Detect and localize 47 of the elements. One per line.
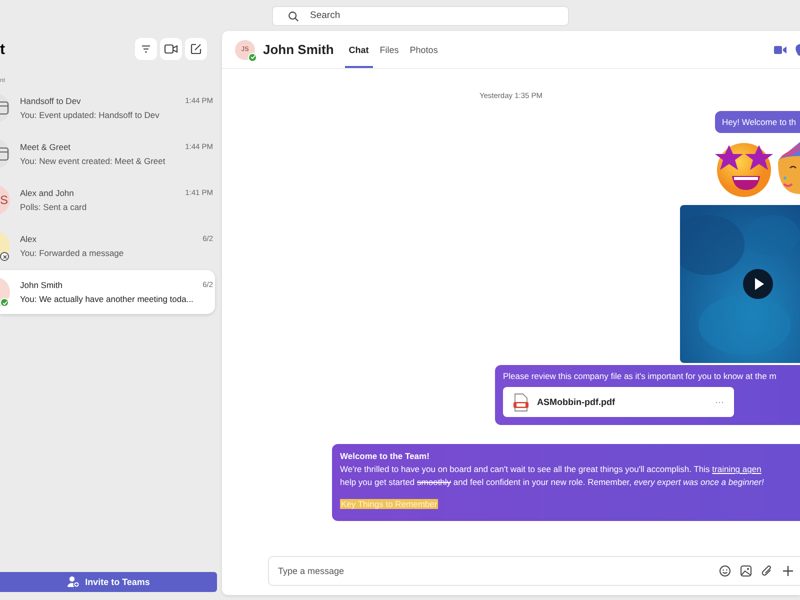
pdf-file-icon: [513, 392, 529, 412]
sidebar-title: t: [0, 40, 5, 58]
chat-preview: You: We actually have another meeting toda...: [20, 294, 194, 304]
offline-status-icon: [0, 252, 9, 261]
video-camera-icon: [164, 43, 178, 55]
avatar-initials: S: [0, 193, 9, 207]
new-chat-button[interactable]: [185, 38, 207, 60]
add-person-icon: [67, 576, 80, 588]
chat-name: Alex: [20, 234, 37, 244]
video-call-icon[interactable]: [774, 44, 787, 54]
filter-icon: [140, 43, 152, 55]
file-name: ASMobbin-pdf.pdf: [537, 397, 615, 407]
message-text: help you get started smoothly and feel confident in your new role. Remember, every expert was once a beginner!: [340, 477, 764, 487]
filter-button[interactable]: [135, 38, 157, 60]
message-input-field[interactable]: Type a message: [268, 556, 800, 586]
chat-name: Meet & Greet: [20, 142, 71, 152]
compose-icon: [190, 43, 202, 55]
available-status-icon: [248, 52, 257, 62]
highlighted-text: Key Things to Remember: [340, 499, 438, 509]
invite-button[interactable]: Invite to Teams: [0, 572, 217, 592]
message-text: Hey! Welcome to th: [722, 117, 796, 127]
contact-name: John Smith: [263, 42, 334, 57]
search-icon: [288, 10, 299, 22]
plus-icon[interactable]: [782, 565, 794, 577]
tab[interactable]: Files: [376, 31, 403, 68]
chat-name: Alex and John: [20, 188, 74, 198]
chat-name: John Smith: [20, 280, 63, 290]
tab[interactable]: Photos: [406, 31, 442, 68]
file-card[interactable]: ASMobbin-pdf.pdf ···: [503, 387, 734, 417]
search-field[interactable]: Search: [272, 6, 569, 26]
link[interactable]: training agen: [712, 464, 762, 474]
more-options-button[interactable]: ···: [715, 397, 724, 407]
attach-icon[interactable]: [761, 565, 773, 577]
message-title: Welcome to the Team!: [340, 451, 430, 461]
message-text: Please review this company file as it's important for you to know at the m: [503, 371, 778, 381]
chat-name: Handsoff to Dev: [20, 96, 81, 106]
available-status-icon: [0, 298, 9, 307]
chat-preview: You: Event updated: Handsoff to Dev: [20, 110, 160, 120]
play-icon[interactable]: [743, 269, 773, 299]
image-icon[interactable]: [740, 565, 752, 577]
video-call-button[interactable]: [160, 38, 182, 60]
message-text: We're thrilled to have you on board and can't wait to see all the great things you'll accomplish. This training agen: [340, 464, 762, 474]
emoji-icon[interactable]: [719, 565, 731, 577]
chat-preview: Polls: Sent a card: [20, 202, 88, 212]
chat-preview: You: Forwarded a message: [20, 248, 125, 258]
tab[interactable]: Chat: [344, 31, 373, 68]
chat-preview: You: New event created: Meet & Greet: [20, 156, 166, 166]
